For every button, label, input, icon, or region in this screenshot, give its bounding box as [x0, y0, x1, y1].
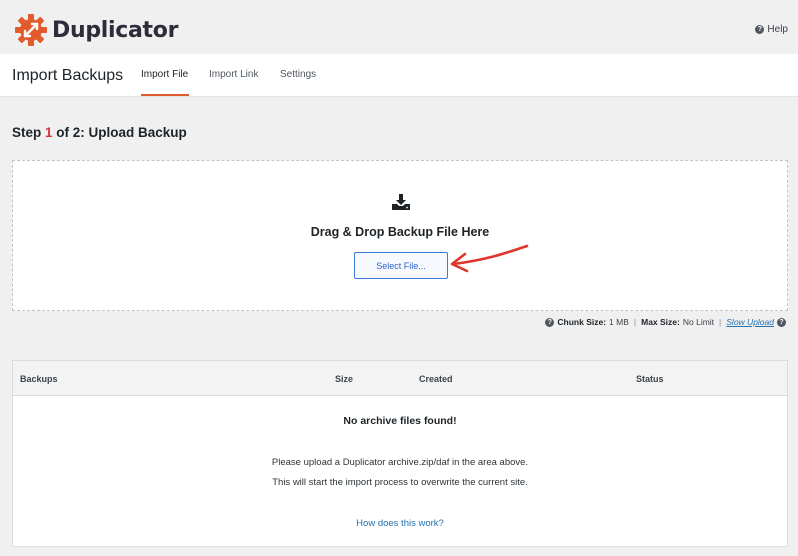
column-header-size[interactable]: Size: [335, 374, 353, 384]
step-suffix: of 2: Upload Backup: [52, 125, 187, 140]
upload-dropzone[interactable]: Drag & Drop Backup File Here Select File…: [12, 160, 788, 311]
red-annotation-arrow: [450, 244, 529, 273]
column-header-created[interactable]: Created: [419, 374, 453, 384]
chunk-size-label: Chunk Size:: [557, 317, 607, 327]
active-tab-indicator: [141, 94, 189, 96]
separator: |: [633, 317, 637, 327]
how-does-this-work-link[interactable]: How does this work?: [13, 518, 787, 529]
empty-state-line: This will start the import process to ov…: [272, 477, 528, 488]
column-header-backups[interactable]: Backups: [20, 374, 58, 384]
question-circle-icon: ?: [755, 25, 765, 34]
table-header: Backups Size Created Status: [13, 361, 787, 396]
page-title: Import Backups: [12, 67, 124, 84]
help-link[interactable]: ? Help: [755, 24, 788, 35]
question-circle-icon[interactable]: ?: [545, 317, 555, 327]
slow-upload-link[interactable]: Slow Upload: [726, 317, 774, 327]
brand-name: Duplicator: [52, 17, 179, 43]
step-heading: Step 1 of 2: Upload Backup: [12, 125, 187, 140]
page-navbar: Import Backups Import File Import Link S…: [0, 54, 798, 97]
empty-state-title: No archive files found!: [343, 415, 457, 427]
separator: |: [719, 317, 722, 327]
chunk-size-value: 1 MB: [609, 317, 629, 327]
dropzone-title: Drag & Drop Backup File Here: [310, 225, 490, 239]
download-icon: [392, 194, 410, 210]
column-header-status[interactable]: Status: [636, 374, 664, 384]
upload-limits-info: ? Chunk Size: 1 MB | Max Size: No Limit …: [545, 317, 786, 327]
duplicator-gear-logo-icon: [15, 14, 47, 46]
tab-import-link[interactable]: Import Link: [209, 69, 258, 80]
backups-table: Backups Size Created Status No archive f…: [12, 360, 788, 547]
top-header: Duplicator ? Help: [0, 0, 798, 54]
max-size-value: No Limit: [682, 317, 715, 327]
help-label: Help: [767, 24, 788, 35]
step-number: 1: [45, 125, 53, 140]
max-size-label: Max Size:: [641, 317, 680, 327]
question-circle-icon[interactable]: ?: [777, 317, 786, 327]
select-file-button[interactable]: Select File...: [354, 252, 448, 279]
tab-settings[interactable]: Settings: [280, 69, 316, 80]
empty-state-line: Please upload a Duplicator archive.zip/d…: [271, 457, 529, 468]
duplicator-logo[interactable]: Duplicator: [14, 13, 178, 47]
tab-import-file[interactable]: Import File: [141, 69, 188, 80]
step-prefix: Step: [12, 125, 46, 140]
